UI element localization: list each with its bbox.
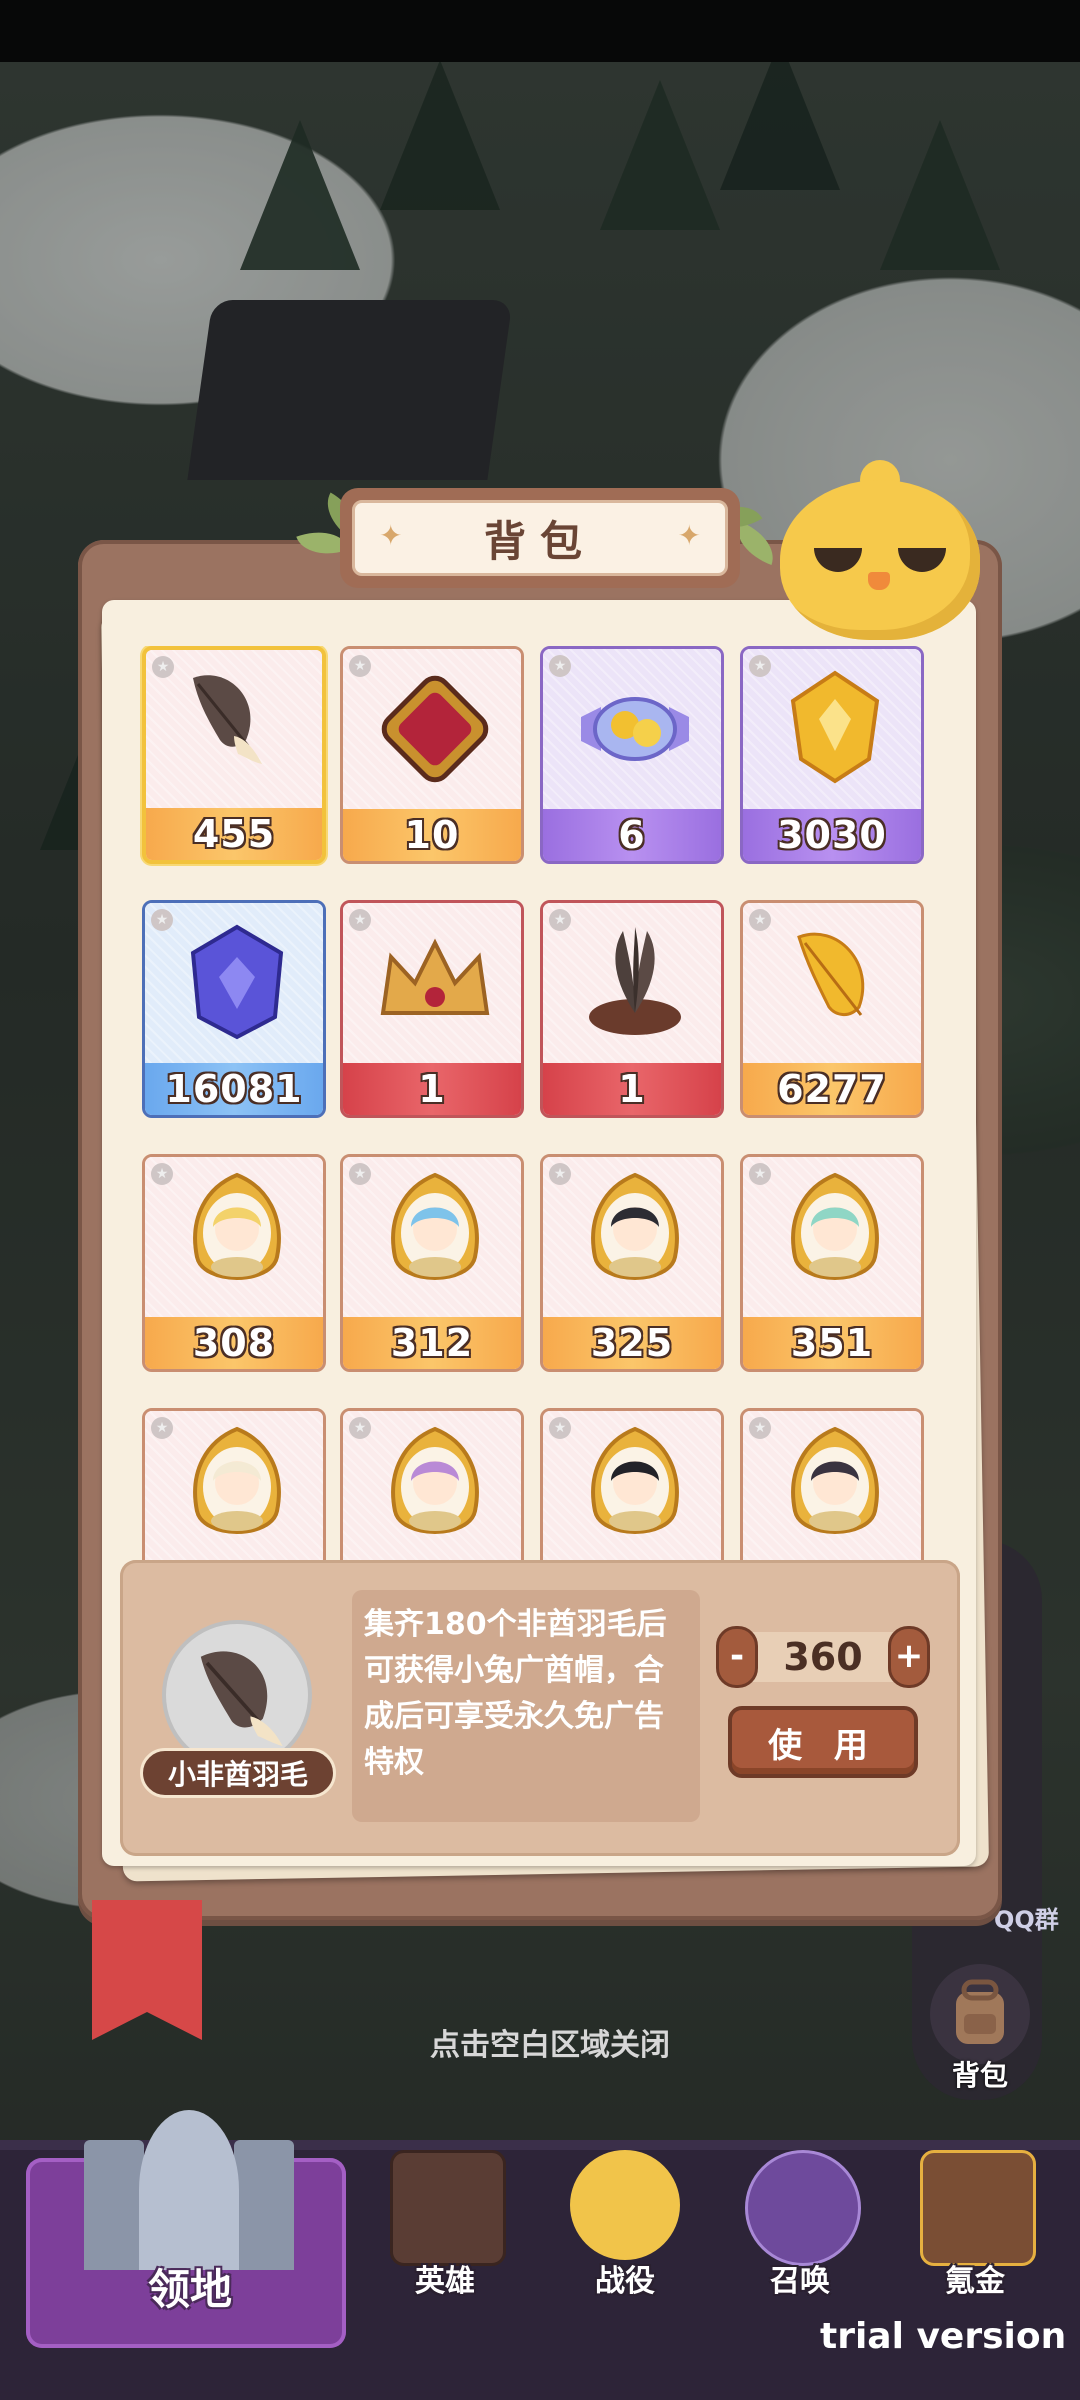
hero-portrait-icon <box>193 1426 281 1534</box>
gold-feather-icon <box>797 932 865 1016</box>
item-description: 集齐180个非酋羽毛后可获得小兔广酋帽，合成后可享受永久免广告特权 <box>364 1607 667 1780</box>
item-count: 3030 <box>777 813 887 857</box>
item-count: 325 <box>590 1321 674 1365</box>
item-slot-candy[interactable]: ★ 6 <box>540 646 724 864</box>
title-plate: ✦ 背包 ✦ <box>296 488 782 592</box>
item-count-band: 312 <box>343 1317 521 1369</box>
decrease-button[interactable]: - <box>716 1626 758 1688</box>
item-count: 351 <box>790 1321 874 1365</box>
item-count: 6277 <box>777 1067 887 1111</box>
item-count-band: 351 <box>743 1317 921 1369</box>
item-slot-hero-card-4[interactable]: ★ 351 <box>740 1154 924 1372</box>
item-slot-hero-card-5[interactable]: ★ <box>142 1408 326 1566</box>
candy-icon <box>581 697 689 761</box>
selected-item-name-text: 小非酋羽毛 <box>167 1758 308 1791</box>
item-slot-feather[interactable]: ★ 455 <box>142 646 326 864</box>
item-slot-hero-card-7[interactable]: ★ <box>540 1408 724 1566</box>
quantity-value: 360 <box>783 1635 863 1679</box>
item-slot-gold-feather[interactable]: ★ 6277 <box>740 900 924 1118</box>
feather-hat-icon <box>589 927 681 1035</box>
summon-circle-icon <box>745 2150 861 2266</box>
close-hint: 点击空白区域关闭 <box>430 2028 670 2063</box>
item-description-box: 集齐180个非酋羽毛后可获得小兔广酋帽，合成后可享受永久免广告特权 <box>352 1590 700 1822</box>
trial-watermark: trial version <box>820 2316 1067 2357</box>
item-slot-hero-card-3[interactable]: ★ 325 <box>540 1154 724 1372</box>
item-count: 455 <box>192 812 276 856</box>
item-count: 308 <box>192 1321 276 1365</box>
qq-group-label: QQ群 <box>994 1906 1059 1934</box>
item-slot-hero-card-2[interactable]: ★ 312 <box>340 1154 524 1372</box>
book-icon <box>390 2150 506 2266</box>
item-count: 16081 <box>165 1067 303 1111</box>
gold-crystal-icon <box>790 670 880 784</box>
use-button-label: 使 用 <box>768 1725 878 1766</box>
item-slot-blue-crystal[interactable]: ★ 16081 <box>142 900 326 1118</box>
quantity-stepper: 360 - + <box>716 1626 930 1688</box>
nav-battle-tab[interactable]: 战役 <box>540 2150 710 2350</box>
item-count: 312 <box>390 1321 474 1365</box>
item-slot-hero-card-6[interactable]: ★ <box>340 1408 524 1566</box>
use-button[interactable]: 使 用 <box>728 1706 918 1778</box>
selected-item-name: 小非酋羽毛 <box>140 1748 336 1798</box>
hero-portrait-icon <box>591 1426 679 1534</box>
crown-icon <box>380 938 490 1015</box>
page-title: 背包 <box>483 516 596 566</box>
item-count-band: 3030 <box>743 809 921 861</box>
hero-portrait-icon <box>791 1172 879 1280</box>
red-gem-icon <box>381 675 489 783</box>
treasure-chest-icon <box>920 2150 1036 2266</box>
increase-button[interactable]: + <box>888 1626 930 1688</box>
hero-portrait-icon <box>193 1172 281 1280</box>
chick-mascot <box>780 451 990 640</box>
item-count: 1 <box>418 1067 446 1111</box>
item-count-band: 1 <box>343 1063 521 1115</box>
item-slot-crown[interactable]: ★ 1 <box>340 900 524 1118</box>
nav-territory-label: 领地 <box>147 2265 232 2314</box>
item-count-band: 10 <box>343 809 521 861</box>
nav-heroes-tab[interactable]: 英雄 <box>360 2150 530 2350</box>
item-count: 6 <box>618 813 646 857</box>
item-count-band: 325 <box>543 1317 721 1369</box>
item-count-band: 6277 <box>743 1063 921 1115</box>
sparkle-icon: ✦ <box>379 519 403 552</box>
item-count-band: 6 <box>543 809 721 861</box>
sparkle-icon: ✦ <box>677 519 701 552</box>
hero-portrait-icon <box>391 1172 479 1280</box>
hero-portrait-icon <box>791 1426 879 1534</box>
blue-crystal-icon <box>190 924 284 1040</box>
nav-shop-label: 氪金 <box>945 2264 1005 2299</box>
item-slot-red-gem[interactable]: ★ 10 <box>340 646 524 864</box>
feather-icon <box>193 675 262 764</box>
item-slot-hero-card-8[interactable]: ★ <box>740 1408 924 1566</box>
nav-heroes-label: 英雄 <box>415 2264 475 2299</box>
item-count-band: 455 <box>146 808 322 860</box>
hero-portrait-icon <box>591 1172 679 1280</box>
item-slot-gold-crystal[interactable]: ★ 3030 <box>740 646 924 864</box>
item-count: 1 <box>618 1067 646 1111</box>
item-count-band: 1 <box>543 1063 721 1115</box>
nav-battle-label: 战役 <box>595 2264 655 2299</box>
item-count: 10 <box>404 813 460 857</box>
item-count-band: 16081 <box>145 1063 323 1115</box>
item-slot-hero-card-1[interactable]: ★ 308 <box>142 1154 326 1372</box>
quantity-field[interactable]: 360 <box>736 1632 910 1682</box>
feather-icon <box>200 1651 283 1747</box>
chick-warrior-icon <box>570 2150 680 2260</box>
item-grid: ★ 455 ★ 10 ★ 6 ★ 3030 ★ 16081 ★ 1 ★ 1 ★ 6277 ★ 308 ★ 312 ★ 32… <box>140 646 940 1566</box>
castle-icon <box>84 2100 294 2270</box>
item-slot-feather-hat[interactable]: ★ 1 <box>540 900 724 1118</box>
item-count-band: 308 <box>145 1317 323 1369</box>
hero-portrait-icon <box>391 1426 479 1534</box>
nav-summon-label: 召唤 <box>770 2264 830 2299</box>
